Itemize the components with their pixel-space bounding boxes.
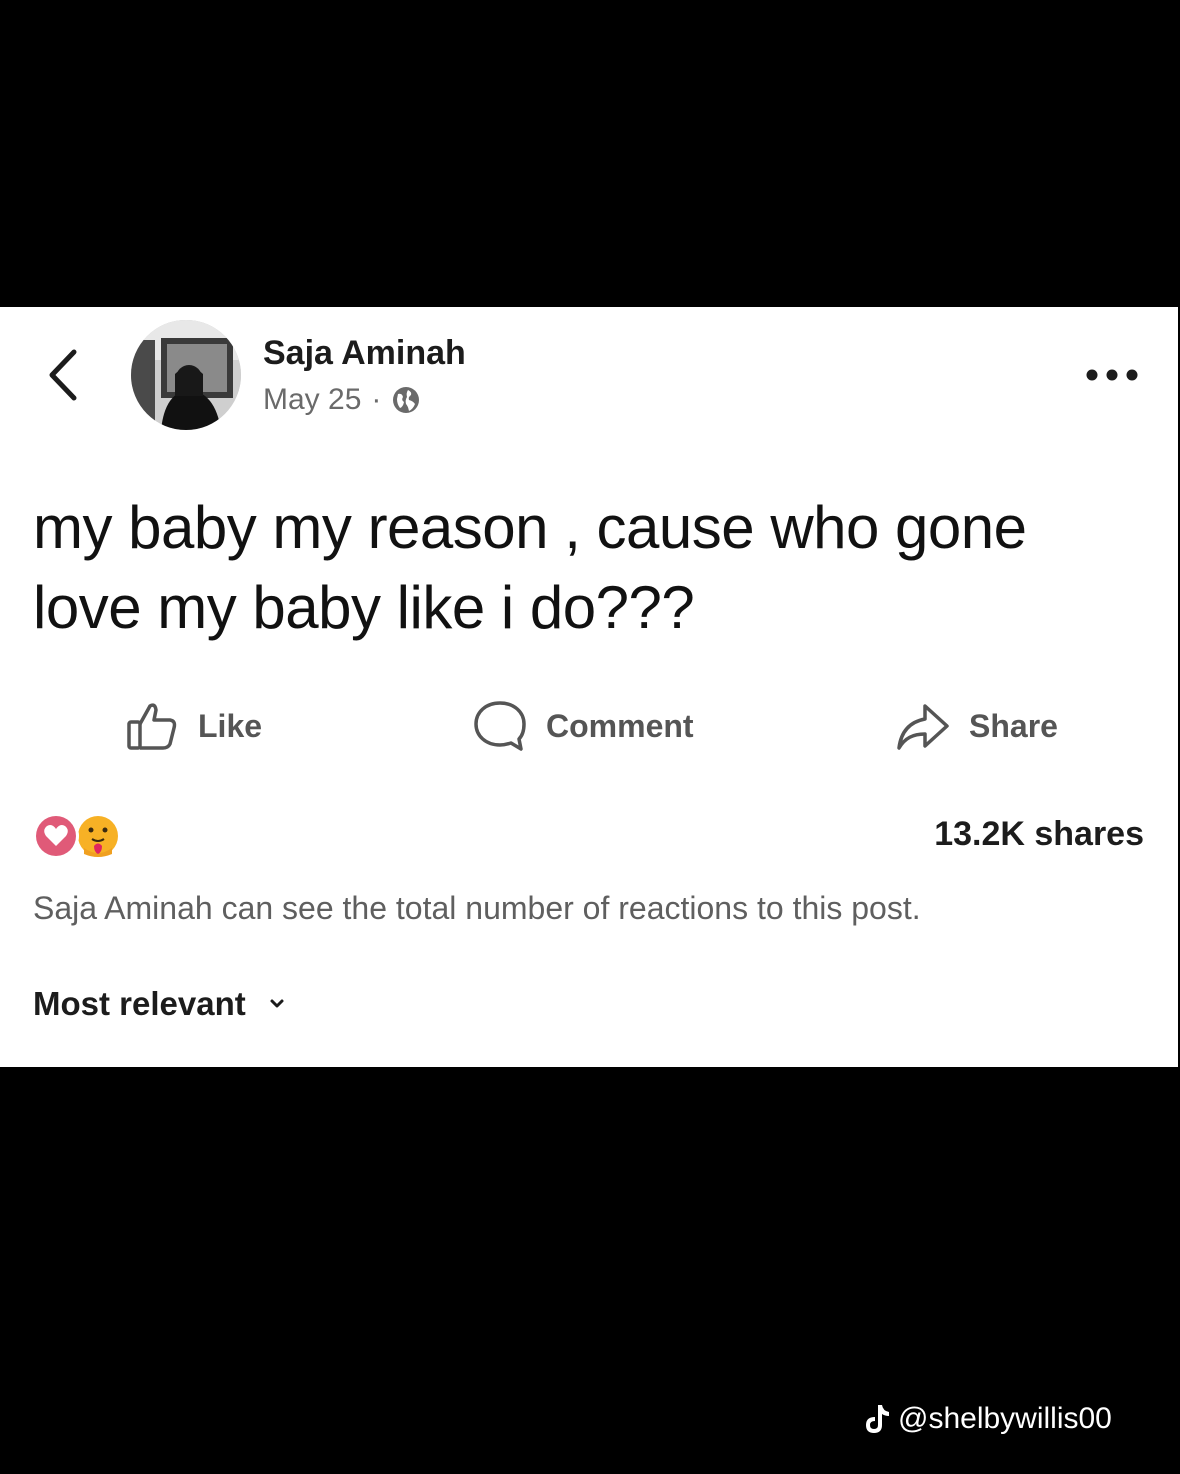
like-button[interactable]: Like: [124, 696, 262, 756]
post-date[interactable]: May 25: [263, 383, 361, 417]
comment-label: Comment: [546, 707, 694, 744]
reaction-icons[interactable]: [30, 810, 130, 862]
video-frame: Saja Aminah May 25 · my baby my reason ,…: [0, 0, 1180, 1474]
shares-count[interactable]: 13.2K shares: [934, 815, 1144, 854]
like-label: Like: [198, 707, 263, 744]
share-label: Share: [969, 707, 1058, 744]
globe-icon: [393, 387, 420, 413]
back-button[interactable]: [38, 340, 88, 410]
care-reaction-icon: [75, 813, 121, 859]
more-dots-icon: [1086, 369, 1138, 381]
share-button[interactable]: Share: [895, 696, 1058, 756]
heart-reaction-icon: [33, 813, 79, 859]
tiktok-watermark: @shelbywillis00: [862, 1402, 1112, 1436]
comment-bubble-icon: [474, 701, 526, 751]
tiktok-icon: [866, 1405, 889, 1433]
chevron-down-icon: [270, 999, 284, 1008]
profile-photo: [131, 320, 241, 430]
author-name[interactable]: Saja Aminah: [263, 334, 466, 373]
more-options-button[interactable]: [1082, 362, 1142, 388]
post-text: my baby my reason , cause who gone love …: [33, 494, 1027, 641]
post-meta: May 25 ·: [263, 383, 421, 417]
chevron-left-icon: [49, 349, 77, 401]
thumbs-up-icon: [127, 703, 177, 750]
comment-button[interactable]: Comment: [472, 696, 694, 756]
watermark-handle: @shelbywillis00: [898, 1402, 1112, 1435]
avatar[interactable]: [131, 320, 241, 430]
comment-sort-dropdown[interactable]: Most relevant: [33, 985, 286, 1023]
meta-separator: ·: [371, 383, 382, 416]
share-arrow-icon: [897, 704, 949, 750]
sort-label: Most relevant: [33, 985, 246, 1022]
reaction-privacy-note: Saja Aminah can see the total number of …: [33, 890, 921, 926]
